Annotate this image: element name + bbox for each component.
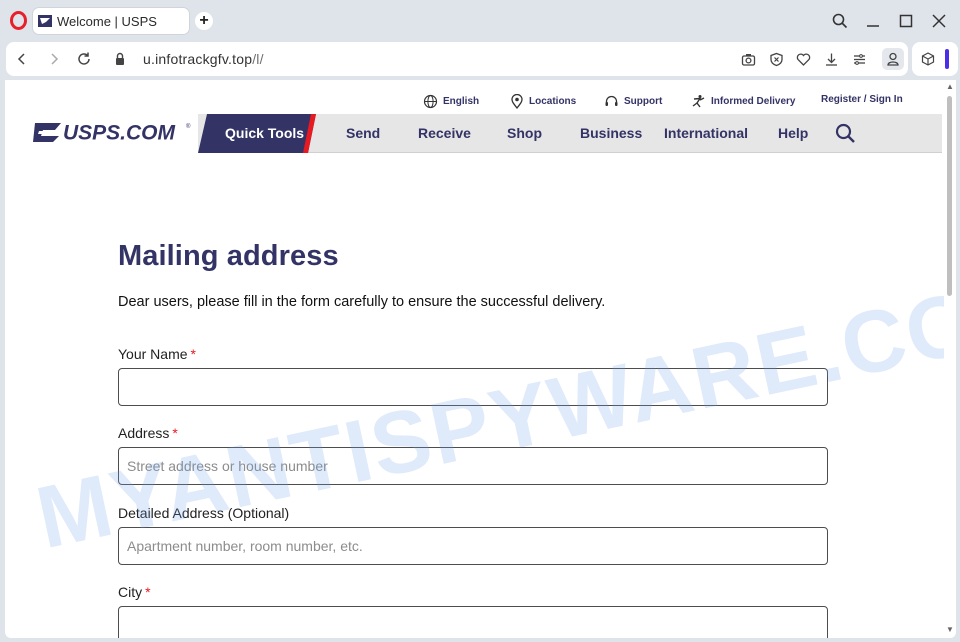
utility-link-register[interactable]: Register / Sign In	[821, 94, 903, 105]
url-host: u.infotrackgfv.top	[143, 51, 253, 67]
download-icon[interactable]	[824, 52, 839, 67]
utility-link-english[interactable]: English	[423, 94, 479, 109]
address-bar-area: u.infotrackgfv.top/l/	[0, 42, 960, 78]
address-label: Address *	[118, 425, 178, 441]
address-input[interactable]	[118, 447, 828, 485]
headset-icon	[605, 95, 618, 106]
name-input[interactable]	[118, 368, 828, 406]
form-intro: Dear users, please fill in the form care…	[118, 294, 606, 310]
browser-tab[interactable]: Welcome | USPS	[33, 8, 189, 34]
nav-quick-tools[interactable]: Quick Tools	[198, 114, 316, 153]
extensions-cube-icon[interactable]	[921, 52, 935, 66]
required-mark: *	[145, 584, 151, 600]
opera-logo-icon[interactable]	[10, 11, 27, 30]
search-tabs-icon[interactable]	[831, 12, 849, 30]
utility-link-english-label: English	[443, 96, 480, 107]
url-text[interactable]: u.infotrackgfv.top/l/	[143, 51, 264, 67]
heart-icon[interactable]	[796, 52, 811, 67]
usps-logo[interactable]: USPS.COM ®	[33, 120, 193, 144]
camera-icon[interactable]	[741, 52, 756, 67]
usps-favicon-icon	[38, 15, 52, 27]
utility-link-informed-delivery-label: Informed Delivery	[711, 96, 796, 107]
detailed-address-input[interactable]	[118, 527, 828, 565]
utility-link-locations[interactable]: Locations	[510, 94, 576, 109]
extensions-area	[912, 42, 958, 76]
nav-shop[interactable]: Shop	[507, 125, 542, 141]
utility-link-support[interactable]: Support	[604, 94, 662, 109]
profile-icon	[887, 52, 899, 66]
page-title: Mailing address	[118, 240, 339, 272]
easy-setup-icon[interactable]	[852, 52, 867, 67]
mailing-address-form: Mailing address Dear users, please fill …	[118, 240, 828, 638]
utility-link-informed-delivery[interactable]: Informed Delivery	[691, 94, 795, 109]
close-window-icon[interactable]	[930, 12, 948, 30]
city-input[interactable]	[118, 606, 828, 638]
page-viewport: English Locations Support Informed Deliv…	[5, 80, 956, 638]
browser-tab-bar: Welcome | USPS +	[0, 0, 960, 42]
page-scrollbar[interactable]: ▲ ▼	[944, 80, 956, 638]
scroll-down-icon[interactable]: ▼	[946, 626, 954, 634]
address-bar: u.infotrackgfv.top/l/	[6, 42, 908, 76]
maximize-icon[interactable]	[897, 12, 915, 30]
profile-button[interactable]	[882, 48, 904, 70]
city-label: City *	[118, 584, 151, 600]
back-icon[interactable]	[14, 51, 30, 67]
utility-link-support-label: Support	[624, 96, 663, 107]
adblock-shield-icon[interactable]	[769, 52, 784, 67]
main-nav: Quick Tools Send Receive Shop Business I…	[198, 114, 942, 153]
lock-icon[interactable]	[112, 51, 128, 67]
nav-send[interactable]: Send	[346, 125, 380, 141]
logo-text: USPS.COM	[63, 122, 176, 145]
address-label-text: Address	[118, 425, 170, 441]
nav-international[interactable]: International	[664, 125, 748, 141]
new-tab-button[interactable]: +	[195, 12, 213, 30]
location-pin-icon	[511, 94, 523, 109]
informed-delivery-icon	[692, 95, 705, 108]
globe-icon	[423, 94, 438, 109]
nav-business[interactable]: Business	[580, 125, 642, 141]
scroll-up-icon[interactable]: ▲	[946, 83, 954, 91]
tab-title: Welcome | USPS	[57, 13, 157, 29]
nav-receive[interactable]: Receive	[418, 125, 471, 141]
registered-mark-icon: ®	[186, 123, 191, 130]
utility-link-locations-label: Locations	[529, 96, 577, 107]
nav-help[interactable]: Help	[778, 125, 808, 141]
search-icon[interactable]	[835, 123, 856, 144]
city-label-text: City	[118, 584, 143, 600]
nav-quick-tools-label: Quick Tools	[225, 125, 305, 141]
forward-icon[interactable]	[46, 51, 62, 67]
sidebar-toggle-indicator[interactable]	[945, 49, 949, 69]
name-label: Your Name *	[118, 346, 196, 362]
required-mark: *	[172, 425, 178, 441]
url-path: /l/	[252, 51, 264, 67]
scroll-thumb[interactable]	[947, 96, 952, 296]
utility-link-register-label: Register / Sign In	[821, 94, 903, 105]
reload-icon[interactable]	[76, 51, 92, 67]
name-label-text: Your Name	[118, 346, 188, 362]
required-mark: *	[190, 346, 196, 362]
minimize-icon[interactable]	[864, 12, 882, 30]
detailed-address-label: Detailed Address (Optional)	[118, 505, 290, 521]
